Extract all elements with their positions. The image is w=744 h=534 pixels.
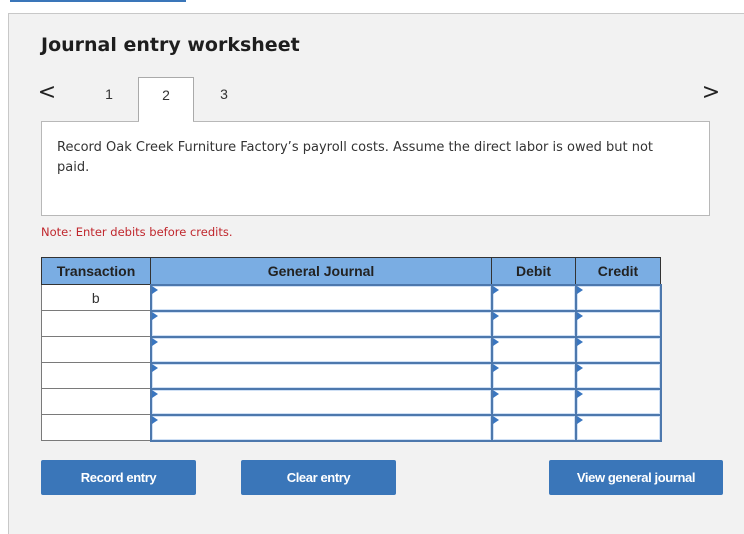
account-input[interactable]: [149, 309, 493, 338]
transaction-cell: [41, 388, 151, 415]
header-debit: Debit: [491, 257, 576, 285]
tab-1[interactable]: 1: [81, 77, 137, 122]
chevron-right-icon[interactable]: >: [700, 80, 722, 106]
note-text: Note: Enter debits before credits.: [41, 225, 233, 239]
record-entry-button[interactable]: Record entry: [41, 460, 196, 495]
account-input[interactable]: [149, 361, 493, 390]
debit-input[interactable]: [490, 361, 577, 390]
credit-input[interactable]: [574, 361, 662, 390]
view-general-journal-button[interactable]: View general journal: [549, 460, 723, 495]
tab-joiner: [139, 120, 193, 123]
table-row: [41, 413, 662, 442]
credit-input[interactable]: [574, 413, 662, 442]
table-row: [41, 309, 662, 338]
account-input[interactable]: [149, 335, 493, 364]
credit-input[interactable]: [574, 283, 662, 312]
question-text: Record Oak Creek Furniture Factory’s pay…: [57, 140, 654, 175]
debit-input[interactable]: [490, 413, 577, 442]
account-input[interactable]: [149, 387, 493, 416]
table-header-row: Transaction General Journal Debit Credit: [41, 257, 661, 285]
debit-input[interactable]: [490, 335, 577, 364]
question-box: Record Oak Creek Furniture Factory’s pay…: [41, 121, 710, 216]
table-row: b: [41, 283, 662, 312]
tab-3[interactable]: 3: [196, 77, 252, 122]
worksheet-title: Journal entry worksheet: [41, 34, 300, 56]
table-row: [41, 361, 662, 390]
transaction-cell: [41, 310, 151, 337]
transaction-cell: [41, 362, 151, 389]
tab-2[interactable]: 2: [138, 77, 194, 123]
journal-table: Transaction General Journal Debit Credit…: [41, 257, 662, 442]
credit-input[interactable]: [574, 335, 662, 364]
credit-input[interactable]: [574, 387, 662, 416]
top-accent-bar: [10, 0, 186, 2]
header-credit: Credit: [575, 257, 661, 285]
debit-input[interactable]: [490, 309, 577, 338]
table-row: [41, 387, 662, 416]
credit-input[interactable]: [574, 309, 662, 338]
clear-entry-button[interactable]: Clear entry: [241, 460, 396, 495]
account-input[interactable]: [149, 413, 493, 442]
debit-input[interactable]: [490, 283, 577, 312]
header-general-journal: General Journal: [150, 257, 492, 285]
account-input[interactable]: [149, 283, 493, 312]
transaction-cell: [41, 414, 151, 441]
debit-input[interactable]: [490, 387, 577, 416]
transaction-cell: [41, 336, 151, 363]
transaction-cell: b: [41, 284, 151, 311]
table-row: [41, 335, 662, 364]
chevron-left-icon[interactable]: <: [36, 80, 58, 106]
header-transaction: Transaction: [41, 257, 151, 285]
